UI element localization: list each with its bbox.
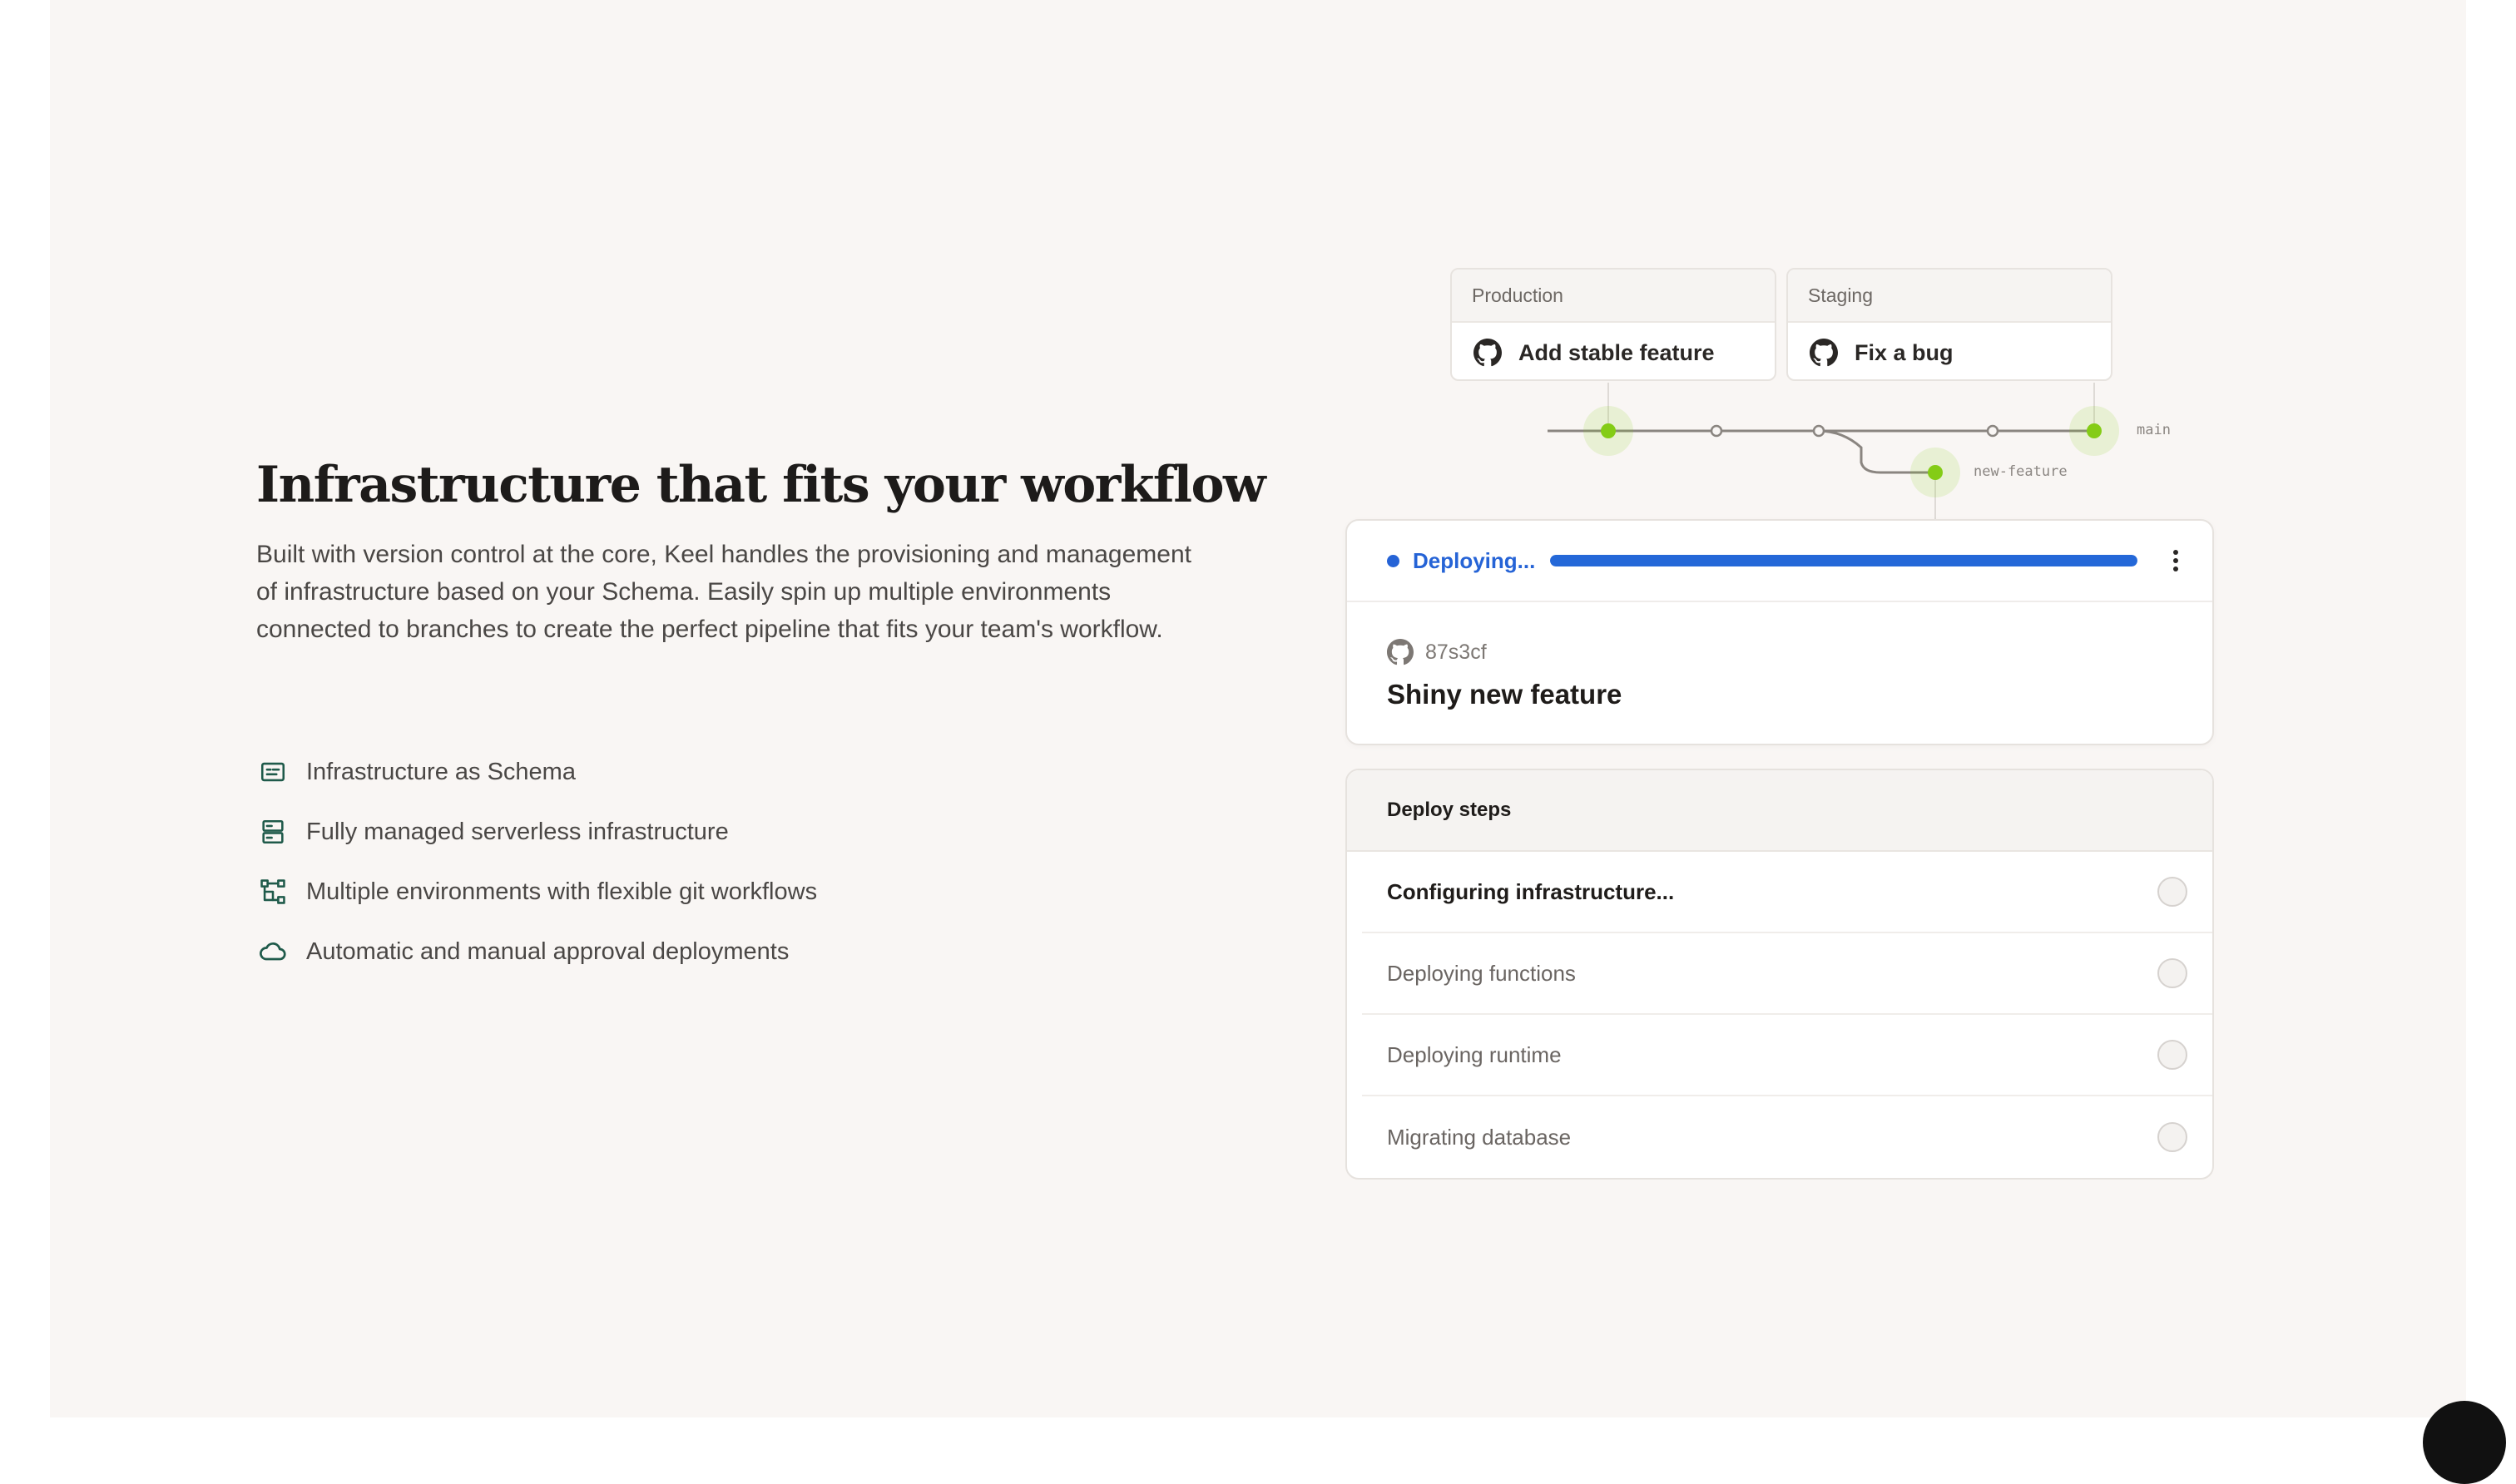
feature-label: Fully managed serverless infrastructure bbox=[306, 818, 729, 845]
cloud-icon bbox=[256, 935, 290, 968]
commit-hash: 87s3cf bbox=[1425, 640, 1487, 664]
feature-label: Infrastructure as Schema bbox=[306, 758, 576, 785]
step-status-circle bbox=[2157, 1040, 2187, 1070]
server-icon bbox=[256, 815, 290, 848]
more-options-icon[interactable] bbox=[2159, 544, 2192, 577]
deploy-step-label: Configuring infrastructure... bbox=[1387, 878, 1675, 904]
feature-label: Automatic and manual approval deployment… bbox=[306, 937, 790, 965]
deploy-step: Migrating database bbox=[1362, 1096, 2212, 1178]
branch-label-feature: new-feature bbox=[1974, 463, 2068, 480]
deploy-step: Deploying functions bbox=[1362, 933, 2212, 1015]
github-icon bbox=[1810, 339, 1838, 367]
deploy-step-label: Migrating database bbox=[1387, 1124, 1572, 1150]
schema-icon bbox=[256, 755, 290, 789]
feature-item: Multiple environments with flexible git … bbox=[256, 862, 817, 922]
deploy-step: Configuring infrastructure... bbox=[1362, 852, 2212, 933]
environment-card-staging[interactable]: Staging Fix a bug bbox=[1786, 268, 2112, 381]
deployment-card: Deploying... 87s3cf Shiny new feature bbox=[1345, 519, 2214, 745]
commit-node-production bbox=[1601, 423, 1616, 438]
github-icon bbox=[1473, 339, 1502, 367]
commit-node bbox=[1812, 424, 1825, 438]
status-dot bbox=[1387, 554, 1399, 567]
deploy-step-label: Deploying runtime bbox=[1387, 1041, 1562, 1067]
page-description: Built with version control at the core, … bbox=[256, 541, 1191, 643]
page-title: Infrastructure that fits your workflow bbox=[256, 456, 1266, 514]
feature-item: Fully managed serverless infrastructure bbox=[256, 802, 817, 862]
commit-node bbox=[1710, 424, 1723, 438]
environment-name: Production bbox=[1452, 270, 1775, 323]
deploy-progress-bar bbox=[1550, 555, 2137, 566]
commit-node-staging bbox=[2087, 423, 2102, 438]
deploy-status: Deploying... bbox=[1413, 547, 1536, 573]
deploy-steps-title: Deploy steps bbox=[1347, 770, 2212, 852]
step-status-circle bbox=[2157, 1122, 2187, 1152]
branch-label-main: main bbox=[2137, 422, 2171, 438]
environment-commit-message: Fix a bug bbox=[1855, 339, 1954, 365]
feature-item: Automatic and manual approval deployment… bbox=[256, 922, 817, 982]
chat-launcher-button[interactable] bbox=[2423, 1401, 2506, 1484]
environment-card-production[interactable]: Production Add stable feature bbox=[1450, 268, 1776, 381]
deploy-steps-card: Deploy steps Configuring infrastructure.… bbox=[1345, 769, 2214, 1180]
step-status-circle bbox=[2157, 877, 2187, 907]
feature-item: Infrastructure as Schema bbox=[256, 742, 817, 802]
commit-title: Shiny new feature bbox=[1387, 679, 1622, 710]
feature-label: Multiple environments with flexible git … bbox=[306, 878, 818, 905]
page-background: Infrastructure that fits your workflow B… bbox=[50, 0, 2466, 1417]
step-status-circle bbox=[2157, 958, 2187, 988]
deploy-progress-fill bbox=[1550, 555, 2137, 566]
github-icon bbox=[1387, 639, 1414, 665]
environment-commit-message: Add stable feature bbox=[1518, 339, 1715, 365]
environment-name: Staging bbox=[1788, 270, 2111, 323]
deploy-step-label: Deploying functions bbox=[1387, 960, 1576, 986]
feature-list: Infrastructure as Schema Fully managed s… bbox=[256, 742, 817, 982]
commit-node bbox=[1986, 424, 1999, 438]
commit-node-feature bbox=[1928, 465, 1943, 480]
deploy-step: Deploying runtime bbox=[1362, 1015, 2212, 1096]
git-graph: main new-feature bbox=[1489, 383, 2188, 528]
git-branches-icon bbox=[256, 875, 290, 908]
